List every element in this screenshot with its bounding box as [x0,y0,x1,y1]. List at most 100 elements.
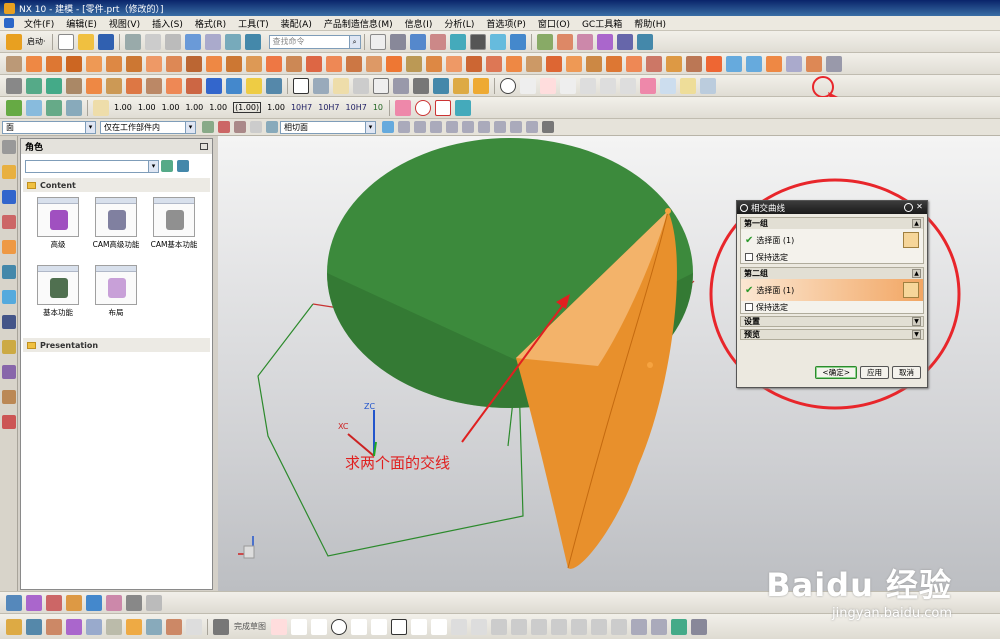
reattach-icon[interactable] [46,618,62,635]
tolerance-3[interactable]: 1.00 [162,103,180,112]
distance-icon[interactable] [636,33,653,50]
type-filter-select[interactable]: 面 ▾ [2,120,96,134]
sketch-constraint-icon[interactable] [66,99,82,116]
dimension-display-icon[interactable] [146,618,162,635]
polygon-icon[interactable] [500,77,516,94]
delete-face-icon[interactable] [546,55,562,72]
snap-point-icon[interactable] [616,33,633,50]
curve-rule-icon[interactable] [234,121,246,133]
pan-icon[interactable] [66,594,82,611]
sketch-chamfer-icon[interactable] [371,618,387,635]
delay-icon[interactable] [106,618,122,635]
quick-extend-icon[interactable] [511,618,527,635]
view-label-icon[interactable] [393,77,409,94]
shade-icon[interactable] [106,594,122,611]
section-view-icon[interactable] [489,33,506,50]
measure-icon[interactable] [596,33,613,50]
rectangle-icon[interactable] [391,618,407,635]
offset-face-icon[interactable] [426,55,442,72]
move-object-icon[interactable] [576,33,593,50]
cone-icon[interactable] [226,77,242,94]
cancel-button[interactable]: 取消 [892,366,921,379]
synchronous-icon[interactable] [586,55,602,72]
first-set-select-face[interactable]: ✔ 选择面 (1) [741,229,923,251]
point-icon[interactable] [431,618,447,635]
role-essentials[interactable]: 基本功能 [29,265,87,333]
surface-edit-icon[interactable] [726,55,742,72]
geometric-constraint-icon[interactable] [651,618,667,635]
view-fit-icon[interactable] [6,594,22,611]
content-section-header[interactable]: Content [23,178,210,192]
ellipse-icon[interactable] [471,618,487,635]
intersect-icon[interactable] [246,55,262,72]
project-curve-icon[interactable] [640,77,656,94]
update-model-icon[interactable] [66,618,82,635]
select-all-icon[interactable] [250,121,262,133]
cut-icon[interactable] [124,33,141,50]
text-style-icon[interactable] [126,594,142,611]
sketch-plane-icon[interactable] [26,618,42,635]
fillet-icon[interactable] [351,618,367,635]
block-icon[interactable] [266,77,282,94]
snap-control-icon[interactable] [430,121,442,133]
snap-existing-icon[interactable] [494,121,506,133]
trim-body-icon[interactable] [266,55,282,72]
start-icon[interactable] [6,33,22,50]
render-style-icon[interactable] [389,33,406,50]
reset-icon[interactable] [904,203,913,212]
fit-dimension-icon[interactable] [433,77,449,94]
face-select-icon[interactable] [903,282,919,298]
chamfer-icon[interactable] [326,55,342,72]
snap-icon[interactable] [218,121,230,133]
roles-filter-select[interactable]: ▾ [25,159,159,173]
sketch-arc-icon[interactable] [311,618,327,635]
keep-selected-checkbox[interactable] [745,253,753,261]
new-file-icon[interactable] [57,33,74,50]
spline-icon[interactable] [560,77,576,94]
datum-target-icon[interactable] [415,99,432,116]
law-extension-icon[interactable] [806,55,822,72]
unite-icon[interactable] [206,55,222,72]
pin-icon[interactable] [200,143,208,150]
sketch-circle-icon[interactable] [331,618,347,635]
through-curves-icon[interactable] [686,55,702,72]
fit-4[interactable]: 10 [373,103,383,112]
offset-icon[interactable] [551,618,567,635]
patch-icon[interactable] [486,55,502,72]
redo-icon[interactable] [204,33,221,50]
datum-csys-icon[interactable] [46,77,62,94]
curve-from-surface-icon[interactable] [600,77,616,94]
hole-icon[interactable] [66,55,82,72]
shell-icon[interactable] [346,55,362,72]
view-layout-icon[interactable] [369,33,386,50]
menu-tools[interactable]: 工具(T) [232,17,275,30]
fit-3[interactable]: 10H7 [346,103,367,112]
menu-insert[interactable]: 插入(S) [146,17,189,30]
intersection-curve-icon[interactable] [700,77,716,94]
first-set-keep-selected[interactable]: 保持选定 [741,251,923,263]
keep-selected-checkbox[interactable] [745,303,753,311]
process-studio-icon[interactable] [2,365,16,379]
role-cam-advanced[interactable]: CAM高级功能 [87,197,145,265]
arrow-icon[interactable] [382,121,394,133]
system-scene-icon[interactable] [2,415,16,429]
extend-sheet-icon[interactable] [786,55,802,72]
filter-icon[interactable] [202,121,214,133]
role-advanced[interactable]: 高级 [29,197,87,265]
subtract-icon[interactable] [226,55,242,72]
first-set-header[interactable]: 第一组 ▲ [741,218,923,229]
edit-component-icon[interactable] [106,77,122,94]
quick-trim-icon[interactable] [491,618,507,635]
bridge-curve-icon[interactable] [680,77,696,94]
surface-finish-icon[interactable] [435,99,452,116]
menu-preferences[interactable]: 首选项(P) [480,17,531,30]
sketch-view-icon[interactable] [86,618,102,635]
repeat-icon[interactable] [224,33,241,50]
selection-scope-select[interactable]: 仅在工作部件内 ▾ [100,120,196,134]
triangle-icon[interactable] [293,77,309,94]
symbol-icon[interactable] [473,77,489,94]
tolerance-2[interactable]: 1.00 [138,103,156,112]
constraint-navigator-icon[interactable] [2,215,16,229]
command-search-input[interactable]: 查找命令 ⌕ [268,34,361,49]
x-form-icon[interactable] [746,55,762,72]
